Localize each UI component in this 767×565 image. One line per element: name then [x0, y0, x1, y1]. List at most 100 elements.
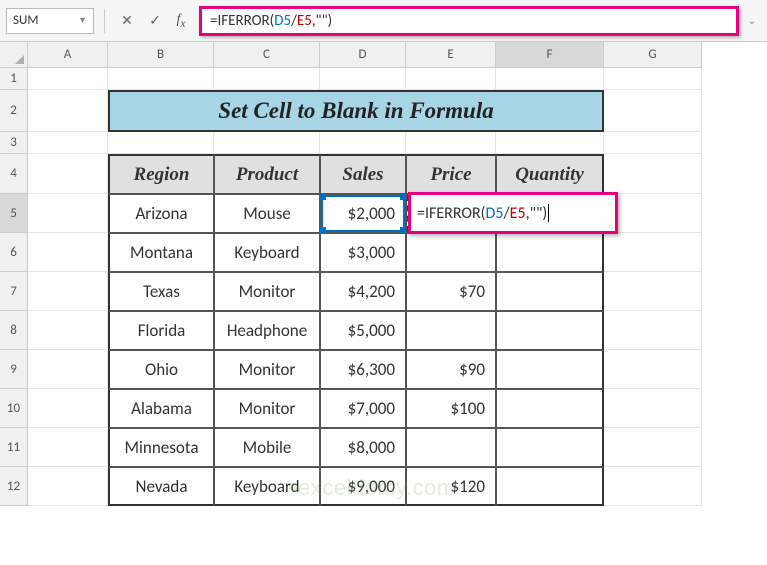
td-region[interactable]: Alabama	[108, 389, 214, 428]
cell[interactable]	[28, 272, 108, 311]
td-price[interactable]	[406, 428, 496, 467]
cell[interactable]	[320, 132, 406, 154]
row-header-10[interactable]: 10	[0, 389, 28, 428]
cell[interactable]	[604, 154, 702, 194]
cell[interactable]	[604, 350, 702, 389]
td-region[interactable]: Texas	[108, 272, 214, 311]
cell[interactable]	[28, 233, 108, 272]
td-sales[interactable]: $3,000	[320, 233, 406, 272]
cell-edit-overlay[interactable]: =IFERROR(D5/E5,"")	[408, 192, 618, 234]
td-quantity[interactable]	[496, 467, 604, 506]
expand-formula-icon[interactable]: ⌄	[743, 8, 761, 34]
row-header-3[interactable]: 3	[0, 132, 28, 154]
row-header-4[interactable]: 4	[0, 154, 28, 194]
confirm-icon[interactable]: ✓	[143, 9, 167, 33]
td-quantity[interactable]	[496, 311, 604, 350]
td-sales[interactable]: $9,000	[320, 467, 406, 506]
cell[interactable]	[604, 389, 702, 428]
cell[interactable]	[604, 194, 702, 233]
cell[interactable]	[108, 132, 214, 154]
cell[interactable]	[604, 68, 702, 90]
td-product[interactable]: Mouse	[214, 194, 320, 233]
col-header-B[interactable]: B	[108, 42, 214, 68]
cell[interactable]	[406, 132, 496, 154]
col-header-D[interactable]: D	[320, 42, 406, 68]
row-header-12[interactable]: 12	[0, 467, 28, 506]
row-header-11[interactable]: 11	[0, 428, 28, 467]
row-header-2[interactable]: 2	[0, 90, 28, 132]
cell[interactable]	[604, 272, 702, 311]
col-header-G[interactable]: G	[604, 42, 702, 68]
td-sales[interactable]: $6,300	[320, 350, 406, 389]
cell[interactable]	[28, 389, 108, 428]
td-product[interactable]: Keyboard	[214, 467, 320, 506]
td-region[interactable]: Minnesota	[108, 428, 214, 467]
cell[interactable]	[28, 311, 108, 350]
th-sales[interactable]: Sales	[320, 154, 406, 194]
td-quantity[interactable]	[496, 350, 604, 389]
cell[interactable]	[604, 90, 702, 132]
cell[interactable]	[28, 467, 108, 506]
cancel-icon[interactable]: ✕	[115, 9, 139, 33]
cell[interactable]	[28, 350, 108, 389]
cell[interactable]	[604, 132, 702, 154]
td-sales[interactable]: $7,000	[320, 389, 406, 428]
cell[interactable]	[320, 68, 406, 90]
col-header-A[interactable]: A	[28, 42, 108, 68]
cell[interactable]	[108, 68, 214, 90]
cell[interactable]	[28, 154, 108, 194]
td-product[interactable]: Keyboard	[214, 233, 320, 272]
name-box[interactable]: SUM ▼	[6, 8, 94, 34]
td-region[interactable]: Nevada	[108, 467, 214, 506]
td-quantity[interactable]	[496, 428, 604, 467]
td-price[interactable]	[406, 311, 496, 350]
col-header-C[interactable]: C	[214, 42, 320, 68]
cell[interactable]	[406, 68, 496, 90]
row-header-9[interactable]: 9	[0, 350, 28, 389]
cell[interactable]	[28, 68, 108, 90]
select-all-corner[interactable]	[0, 42, 28, 68]
td-quantity[interactable]	[496, 389, 604, 428]
cell[interactable]	[604, 233, 702, 272]
td-product[interactable]: Monitor	[214, 272, 320, 311]
td-price[interactable]: $70	[406, 272, 496, 311]
td-quantity[interactable]	[496, 233, 604, 272]
cell[interactable]	[28, 132, 108, 154]
td-sales[interactable]: $5,000	[320, 311, 406, 350]
td-product[interactable]: Headphone	[214, 311, 320, 350]
cell[interactable]	[214, 132, 320, 154]
td-product[interactable]: Mobile	[214, 428, 320, 467]
fx-icon[interactable]: fx	[171, 9, 195, 33]
td-region[interactable]: Montana	[108, 233, 214, 272]
cell[interactable]	[28, 428, 108, 467]
cell[interactable]	[28, 194, 108, 233]
td-price[interactable]: $90	[406, 350, 496, 389]
cell[interactable]	[496, 132, 604, 154]
th-quantity[interactable]: Quantity	[496, 154, 604, 194]
td-region[interactable]: Ohio	[108, 350, 214, 389]
cells-area[interactable]: Set Cell to Blank in Formula Region Prod…	[28, 68, 767, 506]
td-region[interactable]: Arizona	[108, 194, 214, 233]
row-header-6[interactable]: 6	[0, 233, 28, 272]
th-product[interactable]: Product	[214, 154, 320, 194]
cell[interactable]	[604, 467, 702, 506]
row-header-1[interactable]: 1	[0, 68, 28, 90]
formula-input[interactable]: =IFERROR(D5/E5,"")	[199, 6, 739, 36]
th-region[interactable]: Region	[108, 154, 214, 194]
page-title[interactable]: Set Cell to Blank in Formula	[108, 90, 604, 132]
td-product[interactable]: Monitor	[214, 389, 320, 428]
col-header-E[interactable]: E	[406, 42, 496, 68]
row-header-7[interactable]: 7	[0, 272, 28, 311]
td-sales[interactable]: $4,200	[320, 272, 406, 311]
td-product[interactable]: Monitor	[214, 350, 320, 389]
row-header-5[interactable]: 5	[0, 194, 28, 233]
cell[interactable]	[214, 68, 320, 90]
chevron-down-icon[interactable]: ▼	[78, 15, 87, 26]
cell[interactable]	[496, 68, 604, 90]
cell[interactable]	[604, 311, 702, 350]
td-quantity[interactable]	[496, 272, 604, 311]
cell[interactable]	[28, 90, 108, 132]
td-sales[interactable]: $2,000	[320, 194, 406, 233]
td-price[interactable]	[406, 233, 496, 272]
td-price[interactable]: $120	[406, 467, 496, 506]
